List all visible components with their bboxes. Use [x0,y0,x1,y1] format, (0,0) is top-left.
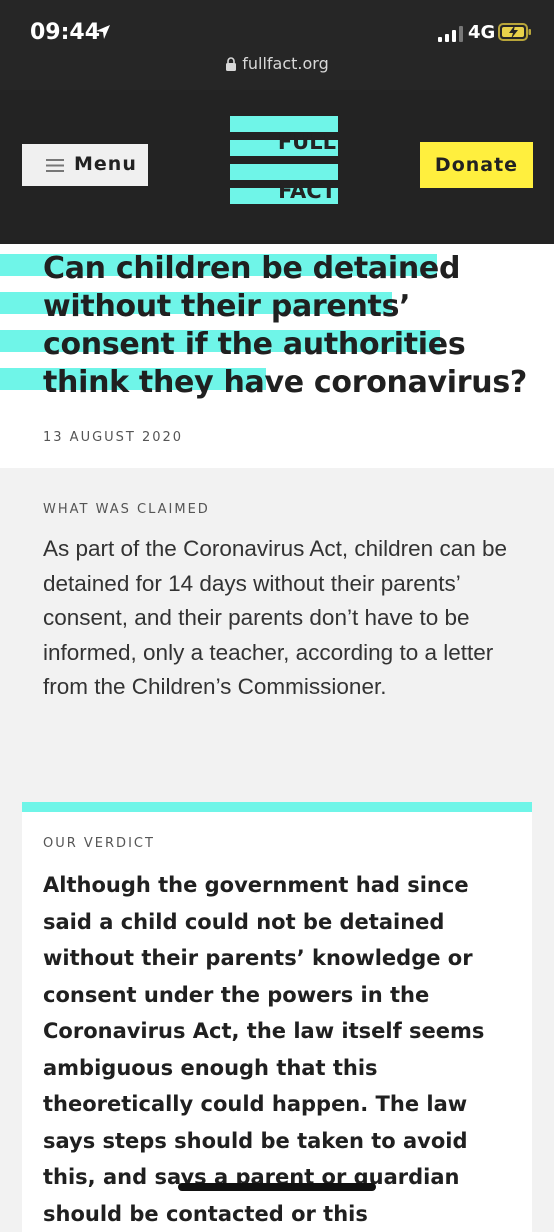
claim-text: As part of the Coronavirus Act, children… [43,536,507,699]
verdict-text: Although the government had since said a… [43,873,485,1226]
menu-button[interactable]: Menu [22,144,148,186]
page-title: Can children be detained without their p… [43,251,527,400]
article-header: Can children be detained without their p… [0,244,554,468]
battery-charging-icon [498,23,531,41]
signal-strength-icon [438,26,463,42]
address-bar[interactable]: fullfact.org [0,54,554,73]
donate-button[interactable]: Donate [420,142,533,188]
network-type: 4G [468,22,496,43]
status-bar: 09:44 4G fullfact.org [0,0,554,90]
url-text: fullfact.org [242,54,329,73]
menu-label: Menu [74,153,137,175]
verdict-card: OUR VERDICT Although the government had … [22,802,532,1232]
lock-icon [226,57,237,71]
status-time: 09:44 [30,20,101,45]
logo-line-2: FACT [278,179,337,203]
verdict-label: OUR VERDICT [43,836,155,851]
home-indicator[interactable] [178,1183,376,1191]
hamburger-menu-icon [46,159,64,172]
location-arrow-icon [96,25,110,39]
logo-line-1: FULL [278,130,336,154]
full-fact-logo[interactable]: FULL FACT [230,116,338,206]
site-header: Menu FULL FACT Donate [0,90,554,244]
claim-label: WHAT WAS CLAIMED [43,502,210,517]
publish-date: 13 AUGUST 2020 [43,430,184,445]
